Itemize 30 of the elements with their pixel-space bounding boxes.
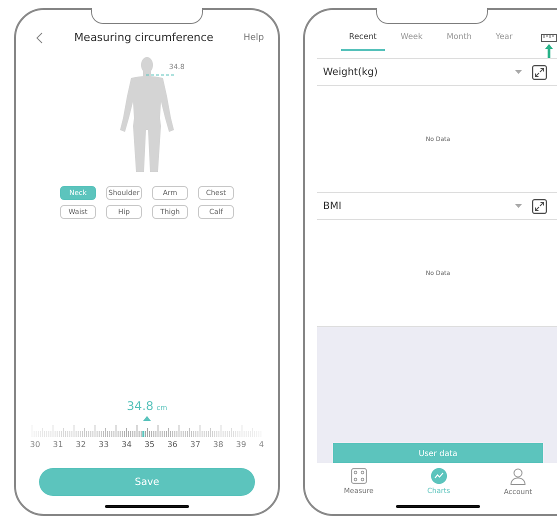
ruler-label: 36 bbox=[167, 440, 178, 449]
ruler-label: 31 bbox=[52, 440, 64, 449]
ruler-label: 35 bbox=[144, 440, 155, 449]
period-tab[interactable]: Week bbox=[392, 29, 431, 51]
reading-value: 34.8 bbox=[126, 399, 154, 413]
expand-icon[interactable] bbox=[532, 64, 547, 80]
ruler-icon[interactable] bbox=[541, 34, 557, 42]
period-tab[interactable]: Month bbox=[438, 29, 480, 51]
section-title: BMI bbox=[323, 200, 342, 212]
ruler-label: 38 bbox=[213, 440, 224, 449]
ruler-label: 37 bbox=[190, 440, 200, 449]
help-link[interactable]: Help bbox=[243, 32, 264, 42]
ruler-label: 4 bbox=[258, 440, 264, 449]
up-arrow-icon bbox=[545, 44, 553, 58]
ruler-label: 39 bbox=[236, 440, 246, 449]
ruler-label: 32 bbox=[76, 440, 86, 449]
chart-icon bbox=[430, 468, 447, 484]
period-tab[interactable]: Year bbox=[488, 29, 521, 51]
expand-icon[interactable] bbox=[532, 198, 547, 214]
measure-line bbox=[146, 74, 176, 76]
scale-icon bbox=[350, 468, 367, 484]
period-tab[interactable]: Recent bbox=[341, 29, 385, 51]
pointer-icon bbox=[143, 416, 151, 421]
screen-title: Measuring circumference bbox=[73, 31, 214, 44]
section-title: Weight(kg) bbox=[323, 66, 379, 78]
ruler-label: 33 bbox=[98, 440, 109, 449]
back-icon[interactable] bbox=[36, 32, 44, 44]
ruler-label: 30 bbox=[30, 440, 40, 449]
person-icon bbox=[510, 468, 526, 485]
ruler-label: 34 bbox=[122, 440, 132, 449]
